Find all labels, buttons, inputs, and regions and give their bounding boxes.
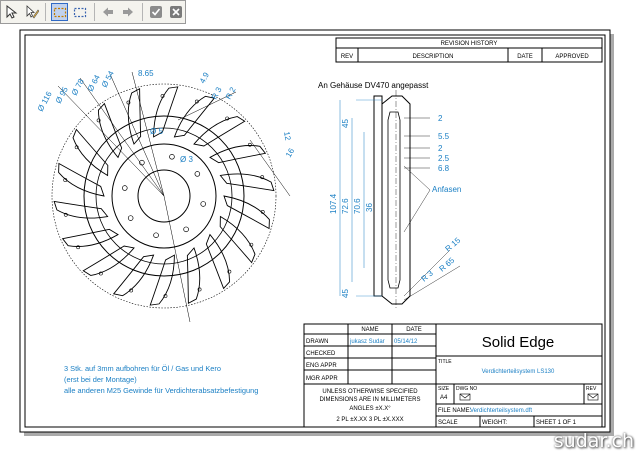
unless-line-2: DIMENSIONS ARE IN MILLIMETERS	[319, 397, 420, 403]
back-button[interactable]	[100, 3, 117, 21]
dim-2-b: 2	[438, 144, 443, 153]
watermark-text: sudar.ch	[553, 430, 634, 452]
weight-label: WEIGHT:	[482, 420, 507, 426]
file-value: Verdichterteilsystem.dft	[470, 408, 532, 414]
dwg-label: DWG NO	[456, 386, 477, 392]
unless-line-3: ANGLES ±X.X°	[349, 406, 391, 412]
drawn-label: DRAWN	[306, 339, 328, 345]
select-edit-tool-button[interactable]	[23, 3, 40, 21]
anfasen-label: Anfasen	[432, 185, 461, 194]
eng-appr-label: ENG APPR	[306, 363, 337, 369]
dim-d3: Ø 3	[180, 155, 193, 164]
forward-button[interactable]	[120, 3, 137, 21]
dashed-rect-blue-icon	[73, 7, 87, 18]
size-value: A4	[440, 395, 448, 401]
dim-6-8: 6.8	[438, 164, 450, 173]
rect-select-alt-button[interactable]	[71, 3, 88, 21]
toolbar-separator	[93, 3, 95, 21]
note-housing: An Gehäuse DV470 angepasst	[318, 81, 429, 90]
arrow-left-icon	[103, 7, 114, 17]
checked-label: CHECKED	[306, 351, 336, 357]
toolbar-separator	[45, 3, 47, 21]
rev-col: REV	[341, 54, 353, 60]
note-line-2: (erst bei der Montage)	[64, 375, 137, 384]
rect-select-button[interactable]	[51, 3, 69, 21]
select-tool-button[interactable]	[3, 3, 20, 21]
dim-2-a: 2	[438, 114, 443, 123]
drawn-date: 05/14/12	[394, 339, 418, 345]
arrow-right-icon	[123, 7, 134, 17]
mgr-appr-label: MGR APPR	[306, 376, 338, 382]
pointer-icon	[6, 5, 18, 19]
dim-2-5: 2.5	[438, 154, 450, 163]
dim-36: 36	[365, 203, 374, 212]
title-value: Verdichterteilsystem LS130	[482, 369, 555, 375]
date-header: DATE	[406, 327, 422, 333]
approved-col: APPROVED	[555, 54, 589, 60]
dim-8-65: 8.65	[138, 69, 154, 78]
name-header: NAME	[361, 327, 378, 333]
note-line-3: alle anderen M25 Gewinde für Verdichtera…	[64, 386, 258, 395]
dim-45-bottom: 45	[341, 289, 350, 298]
rev-label: REV	[586, 386, 597, 392]
drawn-name: jukasz Sudar	[349, 339, 385, 345]
size-label: SIZE	[438, 386, 450, 392]
dim-72-6: 72.6	[341, 198, 350, 214]
close-button[interactable]	[168, 3, 185, 21]
unless-line-1: UNLESS OTHERWISE SPECIFIED	[322, 389, 418, 395]
check-icon	[150, 6, 163, 18]
pencil-pointer-icon	[26, 5, 39, 19]
unless-line-4: 2 PL ±X.XX 3 PL ±X.XXX	[336, 417, 403, 423]
dim-d5: Ø 5	[150, 127, 163, 136]
dashed-rect-icon	[53, 7, 66, 18]
description-col: DESCRIPTION	[412, 54, 453, 60]
sheet-label: SHEET 1 OF 1	[536, 420, 577, 426]
file-label: FILE NAME:	[438, 408, 472, 414]
title-label: TITLE	[438, 359, 452, 365]
dim-45-top: 45	[341, 119, 350, 128]
dim-107-4: 107.4	[329, 193, 338, 214]
date-col: DATE	[517, 54, 533, 60]
note-line-1: 3 Stk. auf 3mm aufbohren für Öl / Gas un…	[64, 364, 221, 373]
close-icon	[170, 6, 183, 18]
accept-button[interactable]	[148, 3, 165, 21]
drawing-toolbar	[0, 0, 186, 24]
drawing-sheet: REVISION HISTORY REV DESCRIPTION DATE AP…	[0, 0, 640, 461]
revision-title: REVISION HISTORY	[441, 41, 498, 47]
brand-name: Solid Edge	[482, 334, 555, 351]
dim-70-6: 70.6	[353, 198, 362, 214]
dim-5-5: 5.5	[438, 132, 450, 141]
scale-label: SCALE	[438, 420, 458, 426]
toolbar-separator	[141, 3, 143, 21]
